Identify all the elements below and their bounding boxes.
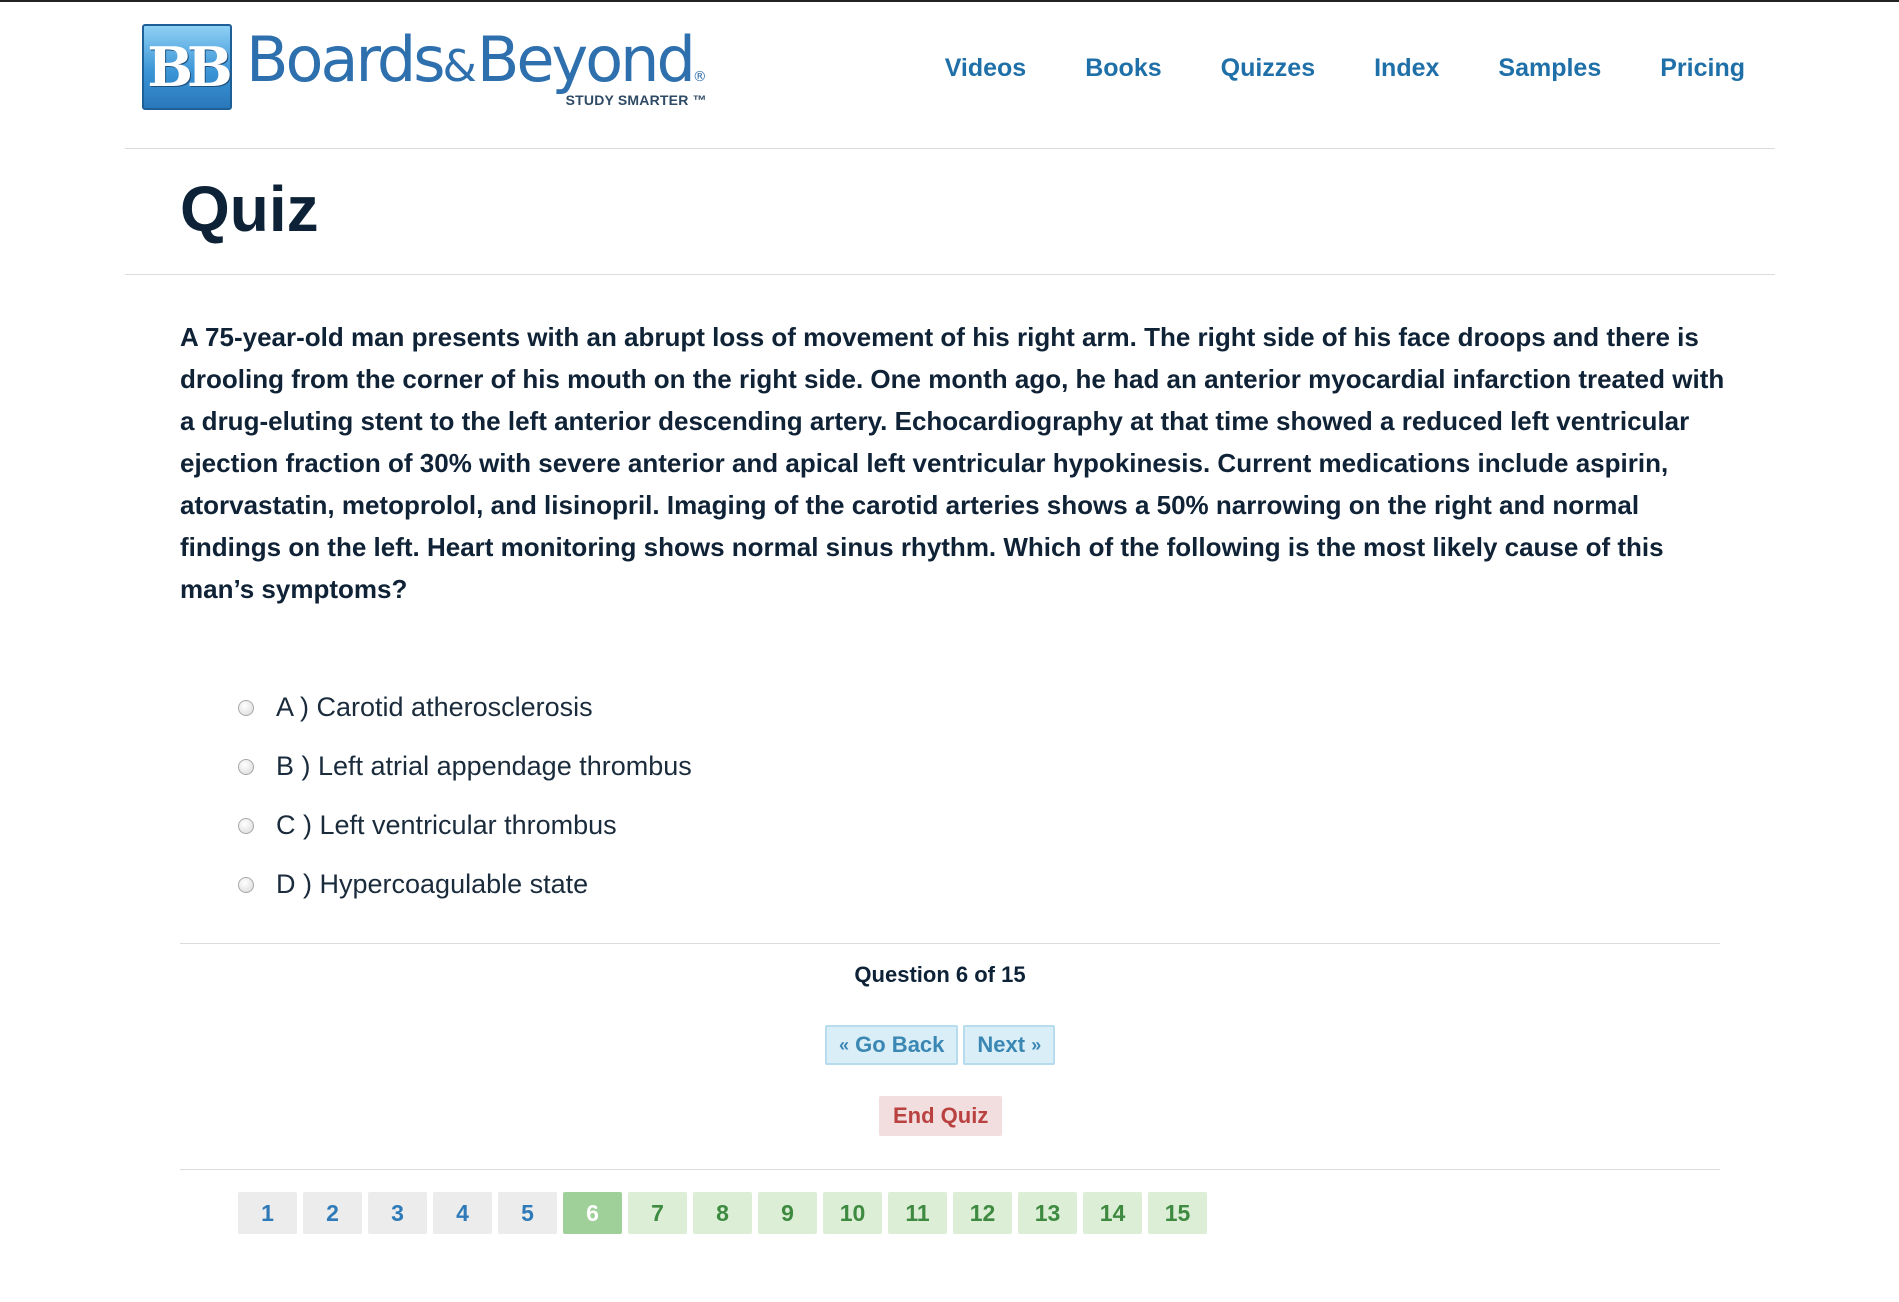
end-quiz-button[interactable]: End Quiz: [879, 1096, 1003, 1136]
page-button-5[interactable]: 5: [498, 1192, 557, 1234]
go-back-button[interactable]: « Go Back: [825, 1025, 959, 1065]
nav-index[interactable]: Index: [1374, 54, 1439, 83]
go-back-label: Go Back: [855, 1032, 945, 1057]
site-header: BB Boards&Beyond® STUDY SMARTER ™ Videos…: [0, 2, 1899, 148]
page-button-6[interactable]: 6: [563, 1192, 622, 1234]
answer-label-d[interactable]: D ) Hypercoagulable state: [276, 869, 588, 900]
radio-button-a[interactable]: [238, 699, 254, 716]
radio-button-c[interactable]: [238, 817, 254, 834]
page-button-11[interactable]: 11: [888, 1192, 947, 1234]
answer-option-d[interactable]: D ) Hypercoagulable state: [238, 855, 692, 914]
header-divider: [125, 148, 1775, 149]
next-label: Next: [977, 1032, 1026, 1057]
radio-button-d[interactable]: [238, 876, 254, 893]
page-button-12[interactable]: 12: [953, 1192, 1012, 1234]
question-text: A 75-year-old man presents with an abrup…: [180, 322, 1725, 604]
chevron-right-icon: »: [1031, 1034, 1042, 1055]
page-button-10[interactable]: 10: [823, 1192, 882, 1234]
answer-option-c[interactable]: C ) Left ventricular thrombus: [238, 796, 692, 855]
next-button[interactable]: Next »: [963, 1025, 1056, 1065]
logo-word-1: Boards: [246, 23, 446, 96]
logo-mark-icon: BB: [142, 24, 233, 110]
nav-quizzes[interactable]: Quizzes: [1221, 54, 1315, 83]
answer-list: A ) Carotid atherosclerosis B ) Left atr…: [238, 678, 692, 914]
logo-amp: &: [442, 41, 477, 92]
radio-button-b[interactable]: [238, 758, 254, 775]
answer-label-c[interactable]: C ) Left ventricular thrombus: [276, 810, 617, 841]
answer-option-b[interactable]: B ) Left atrial appendage thrombus: [238, 737, 692, 796]
page-button-13[interactable]: 13: [1018, 1192, 1077, 1234]
answer-label-a[interactable]: A ) Carotid atherosclerosis: [276, 692, 593, 723]
brand-logo[interactable]: BB Boards&Beyond® STUDY SMARTER ™: [142, 24, 707, 113]
nav-videos[interactable]: Videos: [945, 54, 1027, 83]
chevron-left-icon: «: [839, 1034, 850, 1055]
navigation-buttons: « Go Back Next »: [825, 1025, 1056, 1065]
page-button-8[interactable]: 8: [693, 1192, 752, 1234]
main-nav: Videos Books Quizzes Index Samples Prici…: [886, 54, 1745, 83]
logo-wordmark: Boards&Beyond® STUDY SMARTER ™: [246, 24, 707, 113]
answer-label-b[interactable]: B ) Left atrial appendage thrombus: [276, 751, 692, 782]
page-button-3[interactable]: 3: [368, 1192, 427, 1234]
registered-mark: ®: [692, 69, 707, 85]
page-button-9[interactable]: 9: [758, 1192, 817, 1234]
answers-divider: [180, 943, 1720, 944]
nav-pricing[interactable]: Pricing: [1660, 54, 1745, 83]
pager-divider: [180, 1169, 1720, 1170]
page-button-4[interactable]: 4: [433, 1192, 492, 1234]
page-button-1[interactable]: 1: [238, 1192, 297, 1234]
answer-option-a[interactable]: A ) Carotid atherosclerosis: [238, 678, 692, 737]
question-pager: 1 2 3 4 5 6 7 8 9 10 11 12 13 14 15: [238, 1192, 1207, 1234]
logo-word-2: Beyond: [476, 23, 696, 96]
logo-tagline: STUDY SMARTER ™: [565, 92, 707, 108]
page-button-7[interactable]: 7: [628, 1192, 687, 1234]
page-button-14[interactable]: 14: [1083, 1192, 1142, 1234]
page-button-15[interactable]: 15: [1148, 1192, 1207, 1234]
question-progress: Question 6 of 15: [854, 962, 1026, 987]
nav-books[interactable]: Books: [1085, 54, 1161, 83]
page-button-2[interactable]: 2: [303, 1192, 362, 1234]
title-divider: [125, 274, 1775, 275]
page-title: Quiz: [180, 173, 319, 245]
nav-samples[interactable]: Samples: [1498, 54, 1601, 83]
